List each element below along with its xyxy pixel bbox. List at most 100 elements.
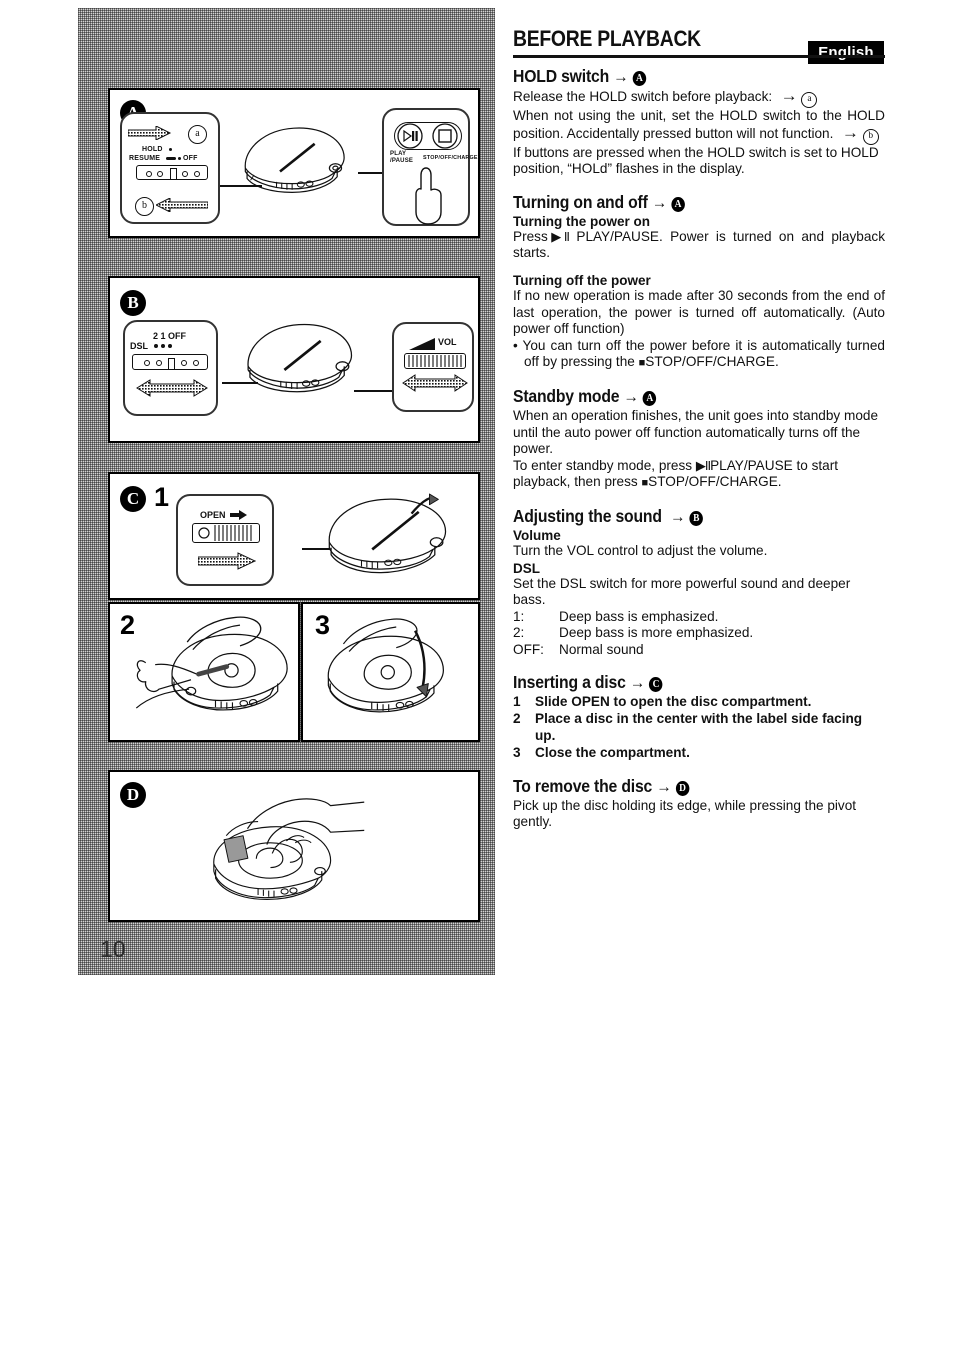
pointing-hand-icon [415, 167, 442, 225]
ref-badge-a: A [671, 196, 685, 212]
label-stop-off-charge: STOP/OFF/CHARGE [423, 155, 478, 161]
auto-power-off-bullet: • You can turn off the power before it i… [513, 338, 885, 372]
switch-hole [181, 360, 187, 366]
step-number: 2 [513, 711, 521, 727]
hold-dot [169, 148, 172, 151]
subheading-turning-power-off: Turning off the power [513, 272, 651, 288]
insert-disc-illustration [135, 616, 288, 711]
arrow-double-horizontal-icon [136, 379, 208, 397]
page-number: 10 [100, 936, 126, 962]
ref-badge-a: A [642, 390, 657, 406]
hold-switch-para-2-text: When not using the unit, set the HOLD sw… [513, 108, 885, 141]
text-column: BEFORE PLAYBACK HOLD switch → A Release … [513, 26, 885, 831]
turning-power-off-text: If no new operation is made after 30 sec… [513, 287, 885, 337]
arrow-left-b-icon [156, 198, 208, 212]
dsl-option-1-key: 1: [513, 608, 525, 624]
vol-control-callout: VOL [392, 322, 474, 412]
figure-panel-d: D [108, 770, 480, 922]
arrow-double-horizontal-icon [402, 374, 468, 392]
dsl-dot [168, 344, 172, 348]
resume-bar [166, 157, 176, 160]
hold-switch-callout: a HOLD RESUME OFF b [120, 112, 220, 224]
heading-turning-on-and-off: Turning on and off → A [513, 192, 848, 213]
dsl-option-off-key: OFF: [513, 641, 544, 657]
hold-switch-para-2: When not using the unit, set the HOLD sw… [513, 108, 885, 145]
switch-hole [146, 171, 152, 177]
arrow-right-icon: → [837, 122, 859, 142]
title-rule [513, 55, 885, 58]
figure-panel-a: A a HOLD RESUME OFF [108, 88, 480, 238]
arrow-right-icon: → [775, 86, 798, 105]
dsl-option-off: OFF: Normal sound [513, 642, 885, 659]
manual-page: A a HOLD RESUME OFF [0, 0, 954, 1350]
open-label: OPEN [200, 510, 226, 520]
ref-circle-b: b [135, 197, 154, 216]
step-text: Slide OPEN to open the disc compartment. [535, 694, 812, 710]
heading-hold-switch: HOLD switch → A [513, 66, 848, 87]
arrow-right-small-icon [230, 510, 247, 520]
volume-text: Turn the VOL control to adjust the volum… [513, 542, 768, 558]
figure-column: A a HOLD RESUME OFF [78, 8, 495, 975]
dsl-option-2-key: 2: [513, 625, 525, 641]
switch-knob [170, 168, 177, 180]
switch-hole [144, 360, 150, 366]
panel-c1-step: 1 [154, 482, 170, 512]
open-slider-detail-icon [198, 525, 252, 541]
dsl-option-1: 1: Deep bass is emphasized. [513, 609, 885, 626]
arrow-right-icon: → [613, 67, 629, 86]
bullet-text-post: STOP/OFF/CHARGE. [645, 354, 779, 370]
step-number: 1 [513, 694, 521, 710]
standby-mode-para-1: When an operation finishes, the unit goe… [513, 407, 879, 457]
vol-wheel [404, 353, 466, 369]
figure-panel-c1: C 1 OPEN [108, 472, 480, 600]
figure-panel-b: B 2 1 OFF DSL VOL [108, 276, 480, 443]
remove-disc-illustration [213, 798, 365, 900]
play-pause-glyph: ▶II [547, 228, 570, 244]
list-item: 1 Slide OPEN to open the disc compartment… [513, 694, 885, 711]
step-number: 3 [513, 744, 521, 760]
hold-switch-para-1: Release the HOLD switch before playback:… [513, 86, 885, 108]
list-item: 3 Close the compartment. [513, 745, 885, 762]
play-pause-callout: PLAY /PAUSE STOP/OFF/CHARGE [382, 108, 478, 226]
ref-badge-b: B [689, 510, 703, 526]
open-slider-callout: OPEN [176, 494, 274, 586]
vol-label: VOL [438, 337, 457, 347]
ref-badge-c: C [649, 677, 663, 693]
vol-ridges-icon [408, 355, 462, 367]
ref-circle-a: a [801, 92, 818, 108]
standby-para-2-post: STOP/OFF/CHARGE. [648, 474, 782, 490]
figure-panel-c2: 2 [108, 602, 300, 742]
ref-badge-d: D [675, 780, 690, 796]
dsl-option-2-desc: Deep bass is more emphasized. [559, 625, 754, 641]
close-compartment-illustration [327, 618, 444, 713]
switch-hole [182, 171, 188, 177]
label-play: PLAY [390, 151, 407, 157]
arrow-right-a-icon [128, 126, 172, 140]
volume-wedge-icon [409, 338, 435, 350]
subheading-dsl: DSL [513, 560, 540, 576]
dsl-option-2: 2: Deep bass is more emphasized. [513, 625, 885, 642]
panel-d-badge: D [120, 782, 146, 808]
arrow-right-open-icon [198, 552, 256, 570]
heading-adjusting-the-sound-text: Adjusting the sound [513, 505, 662, 526]
switch-hole [157, 171, 163, 177]
heading-turning-on-and-off-text: Turning on and off [513, 191, 648, 212]
press-label: Press [513, 228, 548, 244]
dsl-slider-switch [132, 354, 208, 370]
heading-inserting-a-disc-text: Inserting a disc [513, 672, 626, 693]
panel-c-badge: C [120, 486, 146, 512]
turning-power-on-rest: PLAY/PAUSE. Power is turned on and playb… [513, 228, 885, 261]
ref-circle-a: a [188, 125, 207, 144]
heading-adjusting-the-sound: Adjusting the sound → B [513, 506, 848, 527]
hold-slider-switch [136, 165, 208, 180]
play-pause-glyph: ▶II [695, 457, 711, 473]
switch-hole [194, 171, 200, 177]
dsl-option-1-desc: Deep bass is emphasized. [559, 608, 719, 624]
arrow-right-icon: → [623, 386, 639, 406]
subheading-volume: Volume [513, 527, 561, 543]
ref-badge-a: A [632, 71, 647, 86]
cd-player-illustration [247, 323, 353, 393]
step-text: Place a disc in the center with the labe… [535, 711, 863, 744]
heading-standby-mode-text: Standby mode [513, 385, 620, 406]
hold-switch-para-1-text: Release the HOLD switch before playback: [513, 89, 773, 104]
